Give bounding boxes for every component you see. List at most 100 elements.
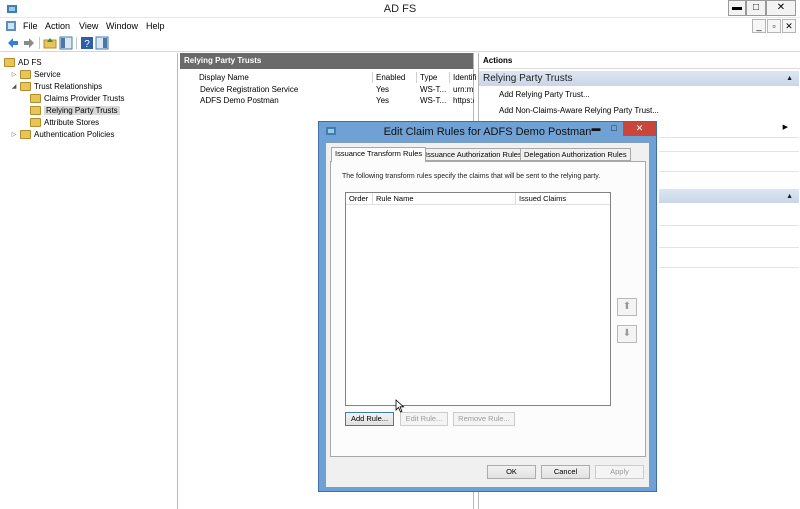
menu-action[interactable]: Action	[45, 21, 70, 31]
minimize-button[interactable]: ▬	[728, 0, 746, 16]
folder-icon	[30, 93, 41, 103]
collapse-triangle-icon[interactable]: ▲	[786, 71, 793, 86]
tree-item-relying-party-trusts[interactable]: Relying Party Trusts	[30, 104, 120, 116]
mdi-restore-button[interactable]: ▫	[767, 19, 781, 33]
dialog-close-button[interactable]: ✕	[623, 122, 656, 136]
toolbar-separator	[76, 37, 77, 49]
column-header-order[interactable]: Order	[346, 193, 373, 205]
maximize-button[interactable]: □	[746, 0, 766, 16]
menu-help[interactable]: Help	[146, 21, 165, 31]
cell-display-name: ADFS Demo Postman	[200, 96, 279, 105]
actions-group-selected-item[interactable]: ▲	[659, 189, 799, 203]
toolbar: ?	[0, 35, 800, 52]
cell-type: WS-T...	[420, 96, 447, 105]
tree-root-adfs[interactable]: AD FS	[4, 56, 42, 68]
tree-label: Claims Provider Trusts	[44, 93, 125, 103]
apply-button[interactable]: Apply	[595, 465, 644, 479]
cell-enabled: Yes	[376, 85, 390, 94]
divider	[659, 137, 799, 138]
tree-item-service[interactable]: ▷ Service	[10, 68, 61, 80]
remove-rule-button[interactable]: Remove Rule...	[453, 412, 515, 426]
actions-group-relying-party-trusts[interactable]: Relying Party Trusts ▲	[479, 71, 799, 86]
menu-window[interactable]: Window	[106, 21, 138, 31]
console-tree: AD FS ▷ Service ◢ Trust Relationships Cl…	[0, 53, 178, 509]
expand-arrow-icon[interactable]: ▷	[10, 131, 18, 138]
folder-icon	[20, 81, 31, 91]
column-header-enabled[interactable]: Enabled	[373, 72, 417, 83]
add-rule-button[interactable]: Add Rule...	[345, 412, 394, 426]
move-up-button[interactable]: ⬆	[617, 298, 637, 316]
tree-label: Attribute Stores	[44, 117, 100, 127]
column-header-type[interactable]: Type	[417, 72, 450, 83]
cell-type: WS-T...	[420, 85, 447, 94]
tree-label: Service	[34, 69, 61, 79]
help-icon[interactable]: ?	[80, 36, 94, 50]
arrow-down-icon: ⬇	[622, 328, 632, 339]
cancel-button[interactable]: Cancel	[541, 465, 590, 479]
cell-enabled: Yes	[376, 96, 390, 105]
cell-identifier: https:/	[453, 96, 474, 105]
dialog-minimize-button[interactable]: ▬	[587, 122, 605, 136]
divider	[659, 151, 799, 152]
edit-rule-button[interactable]: Edit Rule...	[400, 412, 448, 426]
action-add-relying-party-trust[interactable]: Add Relying Party Trust...	[499, 90, 590, 99]
tab-issuance-authorization-rules[interactable]: Issuance Authorization Rules	[421, 148, 526, 161]
collapse-triangle-icon[interactable]: ▲	[786, 189, 793, 204]
action-add-non-claims-aware-relying-party-trust[interactable]: Add Non-Claims-Aware Relying Party Trust…	[499, 106, 659, 115]
dialog-titlebar: Edit Claim Rules for ADFS Demo Postman ▬…	[319, 122, 656, 140]
dialog-maximize-button[interactable]: □	[605, 122, 623, 136]
close-button[interactable]: ✕	[766, 0, 796, 16]
toolbar-separator	[39, 37, 40, 49]
mdi-close-button[interactable]: ✕	[782, 19, 796, 33]
tree-label: Trust Relationships	[34, 81, 103, 91]
mdi-minimize-button[interactable]: _	[752, 19, 766, 33]
folder-icon	[30, 117, 41, 127]
mmc-icon[interactable]	[5, 20, 17, 32]
tab-delegation-authorization-rules[interactable]: Delegation Authorization Rules	[520, 148, 631, 161]
window-title: AD FS	[383, 3, 417, 15]
arrow-up-icon: ⬆	[622, 301, 632, 312]
ok-button[interactable]: OK	[487, 465, 536, 479]
forward-arrow-icon[interactable]	[22, 36, 36, 50]
cell-identifier: urn:ms	[453, 85, 474, 94]
tree-label: AD FS	[18, 57, 42, 67]
menu-file[interactable]: File	[23, 21, 38, 31]
divider	[659, 247, 799, 248]
tab-issuance-transform-rules[interactable]: Issuance Transform Rules	[331, 147, 427, 162]
actions-pane-title: Actions	[479, 53, 800, 69]
tab-panel: The following transform rules specify th…	[330, 161, 646, 457]
divider	[659, 225, 799, 226]
tree-item-claims-provider-trusts[interactable]: Claims Provider Trusts	[30, 92, 124, 104]
dialog-body: Issuance Transform Rules Issuance Author…	[325, 142, 650, 488]
show-hide-tree-icon[interactable]	[59, 36, 73, 50]
move-down-button[interactable]: ⬇	[617, 325, 637, 343]
menu-bar: File Action View Window Help	[0, 18, 800, 35]
back-arrow-icon[interactable]	[6, 36, 20, 50]
tree-label: Relying Party Trusts	[44, 105, 120, 115]
expand-arrow-icon[interactable]: ▷	[10, 71, 18, 78]
folder-icon	[4, 57, 15, 67]
folder-icon	[20, 129, 31, 139]
rules-list[interactable]: Order Rule Name Issued Claims	[345, 192, 611, 406]
column-header-identifier[interactable]: Identifi	[450, 72, 477, 83]
cell-display-name: Device Registration Service	[200, 85, 299, 94]
tree-item-attribute-stores[interactable]: Attribute Stores	[30, 116, 99, 128]
results-pane-header: Relying Party Trusts	[180, 53, 473, 69]
menu-view[interactable]: View	[79, 21, 98, 31]
mouse-cursor-icon	[395, 399, 405, 413]
collapse-arrow-icon[interactable]: ◢	[10, 83, 18, 90]
column-header-display-name[interactable]: Display Name	[196, 72, 373, 83]
divider	[659, 267, 799, 268]
divider	[659, 171, 799, 172]
show-hide-action-pane-icon[interactable]	[95, 36, 109, 50]
tree-item-trust-relationships[interactable]: ◢ Trust Relationships	[10, 80, 102, 92]
edit-claim-rules-dialog: Edit Claim Rules for ADFS Demo Postman ▬…	[318, 121, 657, 492]
column-header-rule-name[interactable]: Rule Name	[373, 193, 516, 205]
tree-label: Authentication Policies	[34, 129, 115, 139]
folder-icon	[20, 69, 31, 79]
column-header-issued-claims[interactable]: Issued Claims	[516, 193, 610, 205]
up-folder-icon[interactable]	[43, 36, 57, 50]
submenu-arrow-icon[interactable]: ▶	[783, 123, 788, 131]
actions-group-label: Relying Party Trusts	[483, 73, 573, 84]
tree-item-authentication-policies[interactable]: ▷ Authentication Policies	[10, 128, 115, 140]
